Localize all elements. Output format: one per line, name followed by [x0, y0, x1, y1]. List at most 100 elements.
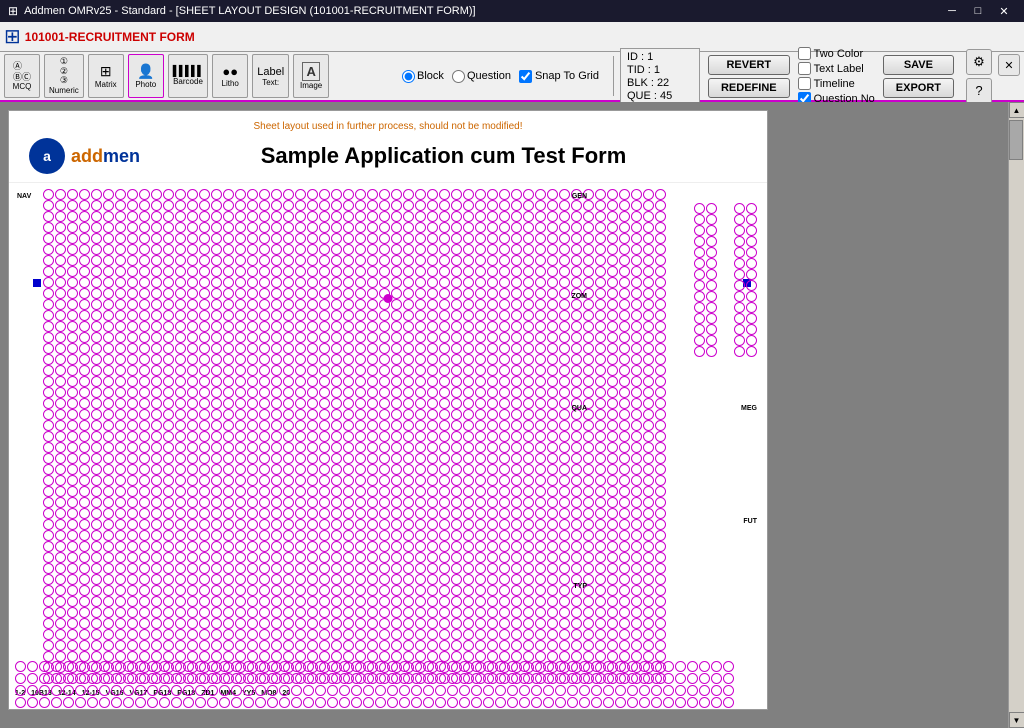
scroll-up-button[interactable]: ▲: [1009, 102, 1024, 118]
omr-bubble: [367, 332, 378, 343]
omr-bubble: [363, 685, 374, 696]
omr-bubble: [147, 685, 158, 696]
omr-bubble: [91, 266, 102, 277]
mcq-tool-button[interactable]: ⒶⒷⒸ MCQ: [4, 54, 40, 98]
omr-bubble: [475, 486, 486, 497]
scroll-track[interactable]: [1009, 118, 1024, 712]
omr-bubble: [187, 398, 198, 409]
omr-bubble: [547, 233, 558, 244]
omr-bubble: [67, 453, 78, 464]
omr-bubble: [595, 519, 606, 530]
omr-row: [43, 332, 761, 343]
text-label-check[interactable]: Text Label: [798, 62, 875, 75]
snap-to-grid-checkbox[interactable]: Snap To Grid: [519, 70, 599, 83]
label-tool-button[interactable]: Label Text:: [252, 54, 289, 98]
omr-bubble: [355, 508, 366, 519]
right-bubble-columns2: [694, 203, 717, 357]
omr-bubble: [655, 222, 666, 233]
omr-bubble: [706, 346, 717, 357]
block-radio[interactable]: Block: [402, 70, 444, 83]
omr-bubble: [175, 321, 186, 332]
omr-bubble: [55, 365, 66, 376]
omr-bubble: [387, 673, 398, 684]
omr-bubble: [115, 321, 126, 332]
revert-button[interactable]: REVERT: [708, 55, 790, 75]
close-window-button[interactable]: ✕: [992, 2, 1016, 20]
omr-bubble: [591, 685, 602, 696]
omr-bubble: [643, 266, 654, 277]
omr-bubble: [559, 607, 570, 618]
omr-bubble: [643, 387, 654, 398]
maximize-button[interactable]: □: [966, 2, 990, 20]
matrix-tool-button[interactable]: ⊞ Matrix: [88, 54, 124, 98]
timeline-check[interactable]: Timeline: [798, 77, 875, 90]
omr-bubble: [523, 640, 534, 651]
omr-bubble: [199, 233, 210, 244]
omr-bubble: [631, 629, 642, 640]
omr-bubble: [403, 288, 414, 299]
text-label-input[interactable]: [798, 62, 811, 75]
timeline-input[interactable]: [798, 77, 811, 90]
omr-bubble: [247, 497, 258, 508]
redefine-button[interactable]: REDEFINE: [708, 78, 790, 98]
settings-button[interactable]: ⚙: [966, 49, 992, 75]
omr-bubble: [523, 222, 534, 233]
omr-bubble: [367, 343, 378, 354]
barcode-tool-button[interactable]: ▌▌▌▌▌ Barcode: [168, 54, 208, 98]
snap-checkbox-input[interactable]: [519, 70, 532, 83]
omr-bubble: [79, 552, 90, 563]
omr-bubble: [295, 519, 306, 530]
numeric-tool-button[interactable]: ①②③ Numeric: [44, 54, 84, 98]
export-button[interactable]: EXPORT: [883, 78, 954, 98]
vertical-scrollbar[interactable]: ▲ ▼: [1008, 102, 1024, 728]
question-radio[interactable]: Question: [452, 70, 511, 83]
omr-bubble: [187, 475, 198, 486]
omr-bubble: [319, 299, 330, 310]
omr-bubble: [511, 222, 522, 233]
omr-bubble: [315, 661, 326, 672]
photo-tool-button[interactable]: 👤 Photo: [128, 54, 164, 98]
litho-tool-button[interactable]: ●● Litho: [212, 54, 248, 98]
omr-bubble: [139, 563, 150, 574]
omr-bubble: [315, 685, 326, 696]
omr-bubble: [411, 673, 422, 684]
omr-bubble: [487, 618, 498, 629]
omr-bubble: [103, 607, 114, 618]
omr-bubble: [495, 673, 506, 684]
scroll-down-button[interactable]: ▼: [1009, 712, 1024, 728]
scroll-thumb[interactable]: [1009, 120, 1023, 160]
omr-bubble: [451, 464, 462, 475]
block-radio-input[interactable]: [402, 70, 415, 83]
omr-bubble: [199, 288, 210, 299]
image-tool-button[interactable]: A Image: [293, 54, 329, 98]
two-color-input[interactable]: [798, 47, 811, 60]
canvas-area[interactable]: Sheet layout used in further process, sh…: [0, 102, 1008, 728]
omr-row: [43, 365, 761, 376]
omr-bubble: [603, 697, 614, 708]
omr-bubble: [471, 661, 482, 672]
omr-bubble: [175, 574, 186, 585]
omr-row: [43, 200, 761, 211]
omr-bubble: [475, 189, 486, 200]
omr-bubble: [43, 376, 54, 387]
omr-bubble: [451, 629, 462, 640]
omr-bubble: [283, 563, 294, 574]
omr-bubble: [103, 376, 114, 387]
help-button[interactable]: ?: [966, 78, 992, 104]
omr-bubble: [127, 321, 138, 332]
minimize-button[interactable]: ─: [940, 2, 964, 20]
two-color-check[interactable]: Two Color: [798, 47, 875, 60]
omr-bubble: [267, 697, 278, 708]
omr-bubble: [55, 563, 66, 574]
omr-bubble: [331, 552, 342, 563]
omr-bubble: [607, 607, 618, 618]
question-radio-input[interactable]: [452, 70, 465, 83]
omr-bubble: [199, 541, 210, 552]
panel-close-button[interactable]: ✕: [998, 54, 1020, 76]
omr-bubble: [243, 685, 254, 696]
save-button[interactable]: SAVE: [883, 55, 954, 75]
omr-bubble: [415, 530, 426, 541]
omr-bubble: [319, 541, 330, 552]
omr-bubble: [103, 618, 114, 629]
omr-bubble: [127, 387, 138, 398]
